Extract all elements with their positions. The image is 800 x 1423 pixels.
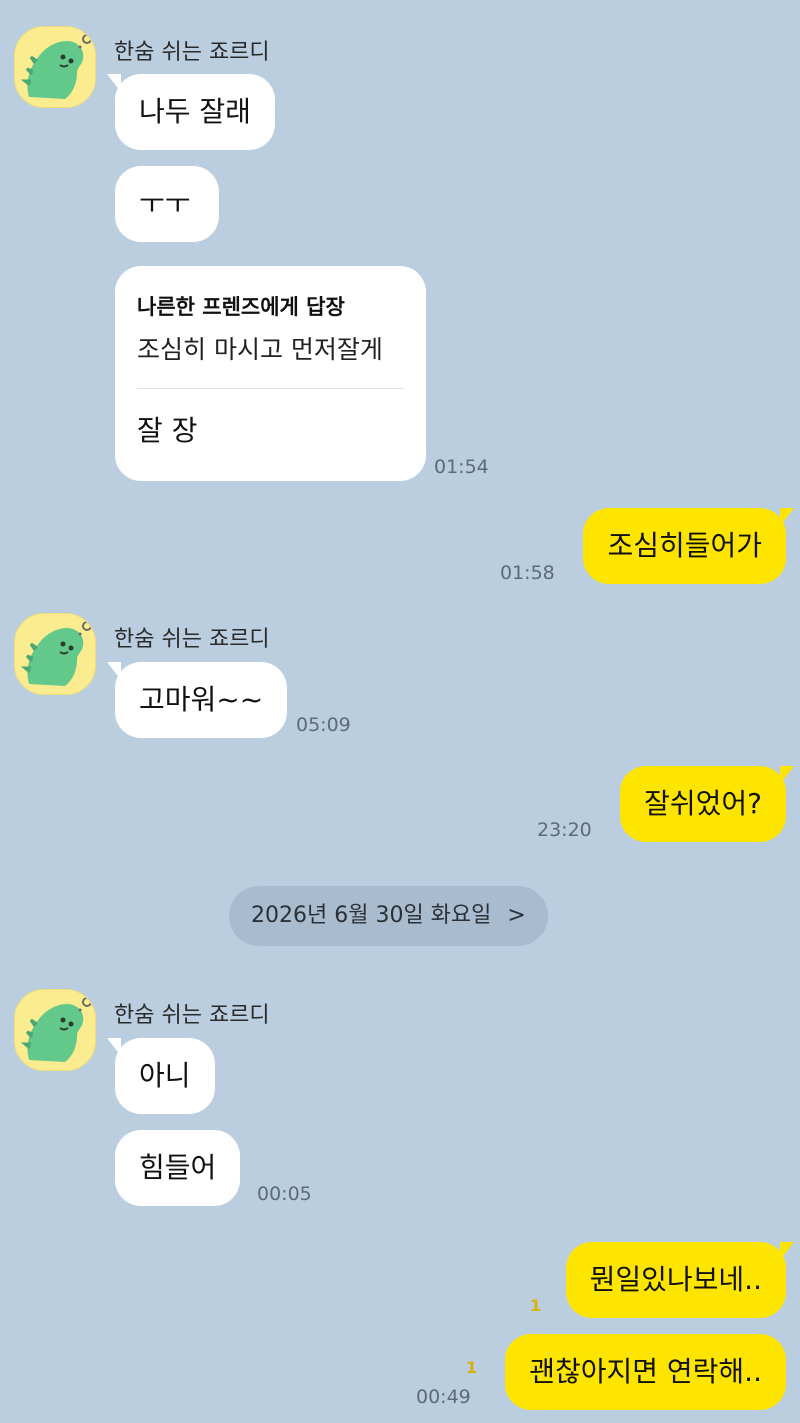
sender-avatar[interactable] xyxy=(14,613,96,695)
my-message-bubble[interactable]: 뭔일있나보네.. xyxy=(565,1242,795,1318)
reply-quoted-text: 조심히 마시고 먼저잘게 xyxy=(137,335,383,364)
sender-name: 한숨 쉬는 죠르디 xyxy=(114,1003,270,1028)
date-divider-label: 2026년 6월 30일 화요일 xyxy=(251,903,492,928)
message-time: 01:54 xyxy=(434,456,489,478)
reply-message-text: 잘 장 xyxy=(137,414,198,447)
sender-name: 한숨 쉬는 죠르디 xyxy=(114,627,270,652)
reply-message-bubble[interactable]: 나른한 프렌즈에게 답장 조심히 마시고 먼저잘게 잘 장 xyxy=(115,266,426,481)
sender-avatar[interactable] xyxy=(14,989,96,1071)
sender-avatar[interactable] xyxy=(14,26,96,108)
message-time: 00:49 xyxy=(416,1386,471,1408)
reply-target-title: 나른한 프렌즈에게 답장 xyxy=(137,295,345,319)
message-time: 01:58 xyxy=(500,562,555,584)
message-time: 05:09 xyxy=(296,714,351,736)
message-bubble[interactable]: 나두 잘래 xyxy=(107,74,275,150)
chevron-right-icon: > xyxy=(507,903,526,928)
message-bubble[interactable]: 아니 xyxy=(107,1038,215,1114)
date-divider[interactable]: 2026년 6월 30일 화요일 > xyxy=(229,886,548,946)
message-time: 00:05 xyxy=(257,1183,312,1205)
message-bubble[interactable]: 힘들어 xyxy=(115,1130,241,1206)
message-time: 23:20 xyxy=(537,819,592,841)
my-message-bubble[interactable]: 조심히들어가 xyxy=(583,508,794,584)
unread-count: 1 xyxy=(530,1296,542,1315)
jordy-dinosaur-avatar-icon xyxy=(20,621,92,686)
my-message-bubble[interactable]: 잘쉬었어? xyxy=(620,766,794,842)
my-message-bubble[interactable]: 괜찮아지면 연락해.. xyxy=(505,1334,786,1410)
sender-name: 한숨 쉬는 죠르디 xyxy=(114,40,270,65)
message-bubble[interactable]: 고마워~~ xyxy=(106,662,288,738)
jordy-dinosaur-avatar-icon xyxy=(20,34,92,99)
unread-count: 1 xyxy=(466,1358,478,1377)
jordy-dinosaur-avatar-icon xyxy=(20,997,92,1062)
message-bubble[interactable]: ㅜㅜ xyxy=(115,166,219,242)
